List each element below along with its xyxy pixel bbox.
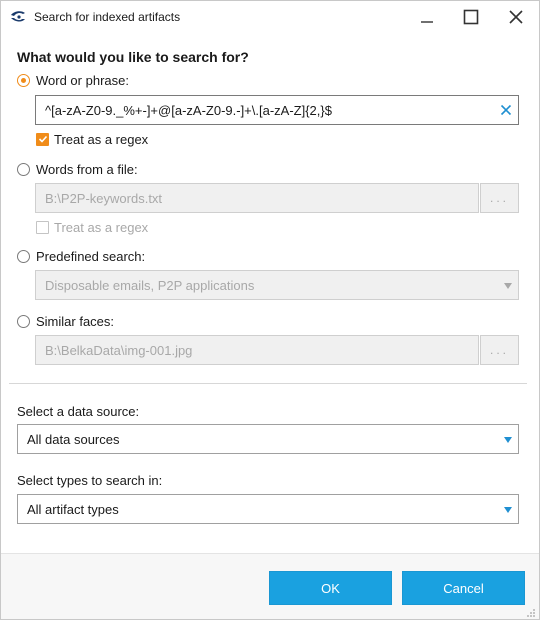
radio-button[interactable] [17,314,30,328]
radio-label: Similar faces: [36,313,115,329]
input-value: B:\BelkaData\img-001.jpg [45,342,193,358]
similar-faces-input[interactable]: B:\BelkaData\img-001.jpg [35,335,479,365]
chevron-down-icon [504,283,512,289]
regex-checkbox[interactable] [36,132,49,146]
word-or-phrase-input[interactable]: ^[a-zA-Z0-9._%+-]+@[a-zA-Z0-9.-]+\.[a-zA… [35,95,519,125]
regex-checkbox[interactable] [36,220,49,234]
title-bar[interactable]: Search for indexed artifacts [1,1,539,32]
radio-button[interactable] [17,162,30,176]
belkasoft-app-icon [10,10,26,24]
chevron-down-icon [504,507,512,513]
data-source-dropdown[interactable]: All data sources [17,424,519,454]
search-dialog: Search for indexed artifacts What would … [0,0,540,620]
close-icon [509,9,523,24]
minimize-button[interactable] [404,1,450,32]
ok-button[interactable]: OK [269,571,392,605]
radio-label: Words from a file: [36,161,138,177]
radio-label: Word or phrase: [36,72,129,88]
radio-button[interactable] [17,73,30,87]
close-button[interactable] [493,1,539,32]
maximize-button[interactable] [448,1,494,32]
window-title: Search for indexed artifacts [34,10,181,24]
section-divider [9,383,527,384]
browse-file-button[interactable]: ... [480,183,519,213]
radio-words-from-file[interactable]: Words from a file: [17,160,138,178]
search-heading: What would you like to search for? [17,49,249,65]
clear-icon[interactable] [500,104,512,116]
word-regex-checkbox-row[interactable]: Treat as a regex [36,131,148,147]
file-regex-checkbox-row[interactable]: Treat as a regex [36,219,148,235]
chevron-down-icon [504,437,512,443]
resize-grip-icon[interactable] [526,606,536,617]
data-source-label: Select a data source: [17,404,140,419]
cancel-button[interactable]: Cancel [402,571,525,605]
artifact-types-dropdown[interactable]: All artifact types [17,494,519,524]
regex-label: Treat as a regex [54,219,149,235]
browse-image-button[interactable]: ... [480,335,519,365]
minimize-icon [421,20,433,23]
dropdown-value: All artifact types [27,501,119,517]
input-value: ^[a-zA-Z0-9._%+-]+@[a-zA-Z0-9.-]+\.[a-zA… [45,102,332,118]
radio-similar-faces[interactable]: Similar faces: [17,312,114,330]
words-file-input[interactable]: B:\P2P-keywords.txt [35,183,479,213]
radio-predefined-search[interactable]: Predefined search: [17,247,145,265]
radio-button[interactable] [17,249,30,263]
dropdown-value: All data sources [27,431,120,447]
types-label: Select types to search in: [17,473,163,488]
dropdown-value: Disposable emails, P2P applications [45,277,255,293]
radio-word-or-phrase[interactable]: Word or phrase: [17,71,129,89]
predefined-search-dropdown[interactable]: Disposable emails, P2P applications [35,270,519,300]
input-value: B:\P2P-keywords.txt [45,190,163,206]
regex-label: Treat as a regex [54,131,149,147]
maximize-icon [463,9,479,24]
radio-label: Predefined search: [36,248,146,264]
